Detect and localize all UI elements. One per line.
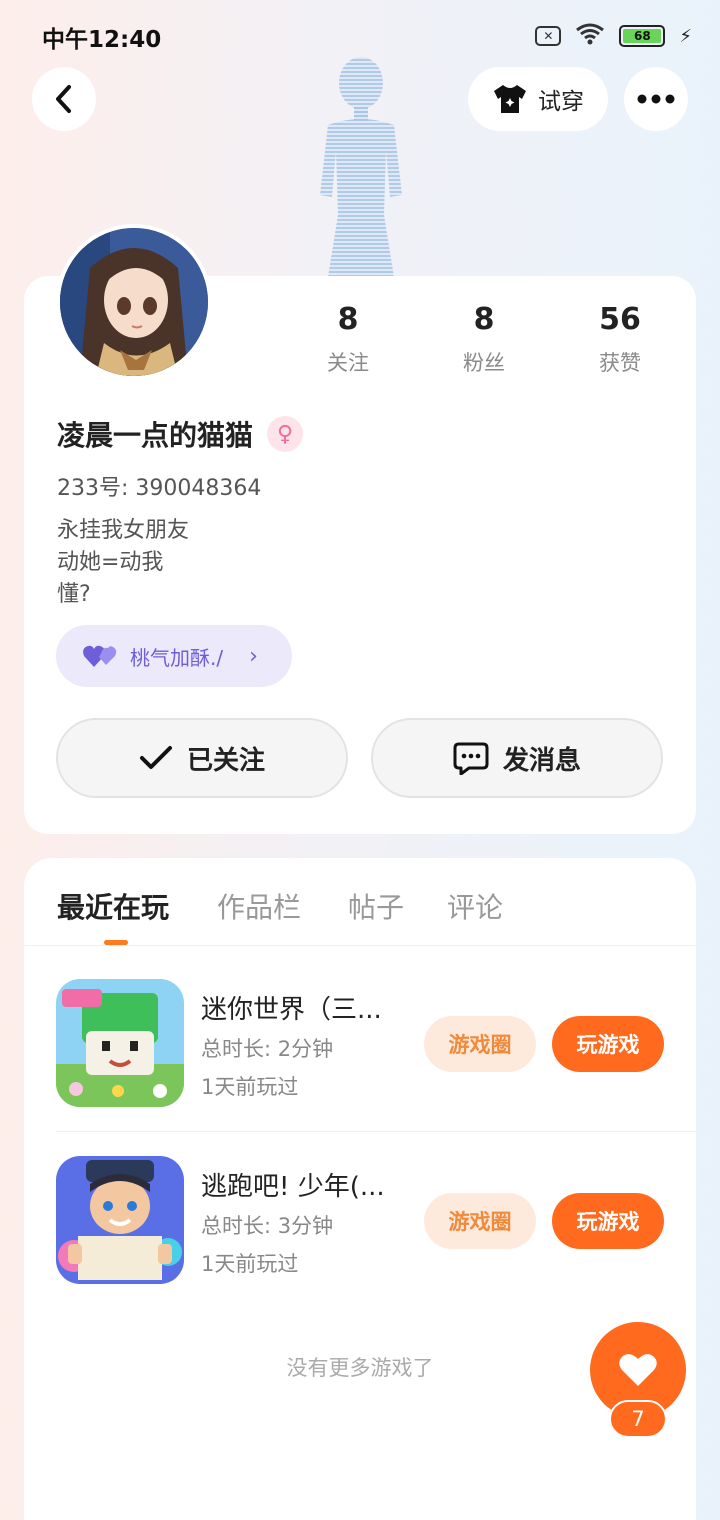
back-button[interactable]	[32, 67, 96, 131]
user-name: 凌晨一点的猫猫	[57, 419, 254, 452]
tab-bar: 最近在玩 作品栏 帖子 评论	[24, 858, 696, 946]
try-on-button[interactable]: 试穿	[468, 67, 608, 131]
tab-comments[interactable]: 评论	[447, 886, 503, 926]
stat-following[interactable]: 8 关注	[293, 302, 403, 377]
tab-works[interactable]: 作品栏	[217, 886, 301, 926]
stat-likes-label: 获赞	[599, 351, 641, 375]
message-label: 发消息	[502, 745, 581, 776]
game-circle-button[interactable]: 游戏圈	[424, 1016, 536, 1072]
stat-followers[interactable]: 8 粉丝	[429, 302, 539, 377]
chat-bubble-icon	[453, 742, 489, 775]
message-button[interactable]: 发消息	[371, 718, 663, 798]
divider	[56, 1131, 696, 1132]
game-duration: 总时长: 3分钟	[201, 1214, 334, 1238]
game-name: 迷你世界（三...	[201, 995, 382, 1025]
game-last-played: 1天前玩过	[201, 1075, 299, 1099]
game-duration: 总时长: 2分钟	[201, 1037, 334, 1061]
play-game-button[interactable]: 玩游戏	[552, 1193, 664, 1249]
name-row: 凌晨一点的猫猫 ♀	[57, 414, 304, 454]
follow-button[interactable]: 已关注	[56, 718, 348, 798]
stat-likes-value: 56	[599, 302, 641, 337]
no-sim-icon: ✕	[535, 26, 562, 46]
wifi-icon	[575, 22, 605, 50]
female-icon: ♀	[267, 416, 304, 452]
game-icon-mini-world[interactable]	[56, 979, 184, 1107]
double-heart-icon	[83, 645, 117, 667]
check-icon	[139, 746, 172, 769]
game-name: 逃跑吧! 少年(...	[201, 1172, 385, 1202]
game-row[interactable]: 迷你世界（三... 总时长: 2分钟 1天前玩过 游戏圈 玩游戏	[56, 979, 696, 1109]
game-circle-button[interactable]: 游戏圈	[424, 1193, 536, 1249]
bio-line: 动她=动我	[57, 550, 164, 575]
game-last-played: 1天前玩过	[201, 1252, 299, 1276]
play-game-button[interactable]: 玩游戏	[552, 1016, 664, 1072]
stat-followers-value: 8	[473, 302, 495, 337]
status-icons: ✕ 68 ⚡	[535, 22, 692, 50]
chevron-left-icon	[56, 85, 71, 113]
tab-indicator	[104, 940, 128, 945]
more-dots-icon	[637, 94, 675, 104]
battery-icon: 68	[619, 25, 666, 47]
follow-label: 已关注	[186, 745, 265, 776]
tab-posts[interactable]: 帖子	[348, 886, 404, 926]
avatar-figure-image	[298, 55, 424, 277]
stat-followers-label: 粉丝	[463, 351, 505, 375]
tshirt-icon	[494, 85, 526, 113]
relationship-tag[interactable]: 桃气加酥./ ›	[56, 625, 292, 687]
relationship-tag-label: 桃气加酥./	[130, 645, 224, 670]
bio-line: 懂?	[57, 582, 91, 607]
more-button[interactable]	[624, 67, 688, 131]
battery-level: 68	[623, 29, 662, 43]
chevron-right-icon: ›	[249, 643, 258, 669]
like-count-badge: 7	[609, 1400, 667, 1438]
avatar[interactable]	[56, 224, 212, 380]
tab-recently-played[interactable]: 最近在玩	[57, 886, 169, 926]
status-time: 中午12:40	[42, 27, 162, 53]
charging-icon: ⚡	[679, 25, 692, 47]
try-on-label: 试穿	[538, 89, 584, 115]
user-bio: 永挂我女朋友 动她=动我 懂?	[57, 515, 189, 611]
stat-following-value: 8	[337, 302, 359, 337]
game-icon-run-boy[interactable]	[56, 1156, 184, 1284]
game-row[interactable]: 逃跑吧! 少年(... 总时长: 3分钟 1天前玩过 游戏圈 玩游戏	[56, 1156, 696, 1286]
bio-line: 永挂我女朋友	[57, 518, 190, 543]
heart-icon	[619, 1354, 657, 1386]
stat-following-label: 关注	[327, 351, 369, 375]
user-id: 233号: 390048364	[57, 476, 262, 501]
stat-likes[interactable]: 56 获赞	[565, 302, 675, 377]
